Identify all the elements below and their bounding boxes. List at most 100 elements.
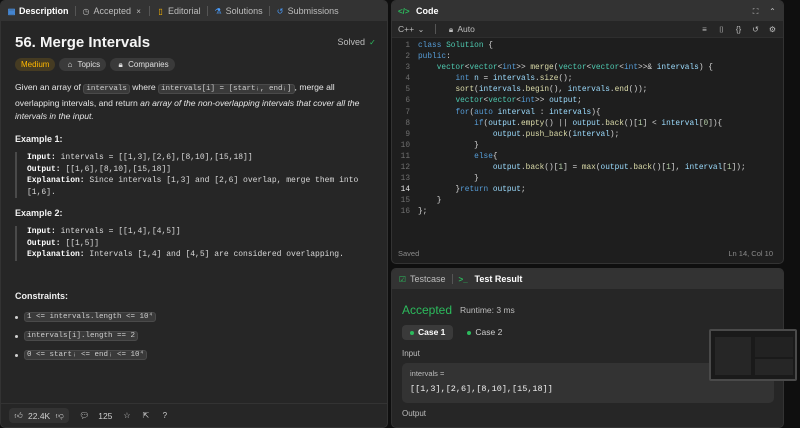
language-select[interactable]: C++ ⌄ bbox=[398, 24, 425, 34]
chevron-down-icon: ⌄ bbox=[417, 25, 425, 34]
close-icon[interactable]: × bbox=[134, 7, 143, 16]
line-number: 6 bbox=[405, 97, 410, 106]
code-editor[interactable]: 1 class Solution {2 public: 3 vector<vector… bbox=[392, 41, 783, 219]
auto-mode[interactable]: 🔒︎ Auto bbox=[446, 24, 475, 34]
pass-dot bbox=[467, 330, 472, 335]
code-line: 14 }return output; bbox=[392, 185, 783, 196]
difficulty-badge: Medium bbox=[15, 58, 56, 71]
tag-icon: ⌂ bbox=[67, 60, 73, 69]
line-number: 13 bbox=[400, 175, 410, 184]
line-number: 14 bbox=[400, 186, 410, 195]
inline-code: intervals[i] = [startᵢ, endᵢ] bbox=[158, 84, 295, 94]
bullet bbox=[15, 353, 18, 357]
problem-description: Given an array of intervals where interv… bbox=[15, 82, 360, 121]
format-icon[interactable]: ≡ bbox=[700, 25, 709, 34]
thumbs-down-icon[interactable]: 👎︎ bbox=[55, 411, 64, 420]
companies-button[interactable]: 🔒︎ Companies bbox=[110, 58, 175, 71]
description-icon: ▤ bbox=[7, 6, 16, 16]
code-panel: </> Code ⛶ ⌃ C++ ⌄ 🔒︎ Auto ≡ ⌷ {} ↺ ⚙ 1c… bbox=[391, 0, 784, 264]
book-icon: ▯ bbox=[158, 6, 163, 16]
line-number: 2 bbox=[405, 53, 410, 62]
constraint-item: 1 <= intervals.length <= 10⁴ bbox=[15, 312, 157, 322]
line-text: output.back()[1] = max(output.back()[1],… bbox=[492, 164, 746, 173]
save-status: Saved bbox=[398, 249, 420, 258]
code-line: 11 else{ bbox=[392, 152, 783, 163]
line-text: vector<vector<int>> merge(vector<vector<… bbox=[436, 64, 713, 73]
line-number: 11 bbox=[400, 152, 410, 161]
thumbs-up-icon[interactable]: 👍︎ bbox=[14, 411, 23, 420]
line-text: else{ bbox=[474, 152, 498, 161]
bookmark-icon[interactable]: ⌷ bbox=[717, 25, 726, 34]
line-text: }; bbox=[418, 208, 428, 217]
pass-dot bbox=[410, 330, 414, 335]
screen-preview-thumbnail[interactable] bbox=[709, 329, 797, 381]
tab-editorial[interactable]: ▯ Editorial bbox=[156, 6, 200, 16]
constraint-item: 0 <= startᵢ <= endᵢ <= 10⁴ bbox=[15, 350, 148, 360]
collapse-icon[interactable]: ⌃ bbox=[768, 7, 777, 16]
line-number: 9 bbox=[405, 130, 410, 139]
tab-code[interactable]: </> Code bbox=[398, 6, 439, 16]
comment-icon[interactable]: 💬︎ bbox=[79, 411, 89, 420]
bullet bbox=[15, 315, 18, 319]
braces-icon[interactable]: {} bbox=[734, 25, 743, 34]
tab-submissions[interactable]: ↺ Submissions bbox=[276, 6, 339, 16]
maximize-icon[interactable]: ⛶ bbox=[751, 7, 760, 16]
tag-chips: Medium ⌂ Topics 🔒︎ Companies bbox=[15, 58, 175, 71]
case-1-tab[interactable]: Case 1 bbox=[402, 325, 454, 340]
thumbnail-left-panel bbox=[715, 337, 751, 375]
reset-icon[interactable]: ↺ bbox=[751, 25, 760, 34]
result-status: Accepted bbox=[402, 303, 453, 317]
line-number: 5 bbox=[405, 86, 410, 95]
code-line: 13 } bbox=[392, 174, 783, 185]
settings-icon[interactable]: ⚙ bbox=[768, 25, 777, 34]
star-icon[interactable]: ☆ bbox=[122, 411, 131, 420]
check-circle-icon: ✓ bbox=[369, 37, 376, 47]
input-variable-value: [[1,3],[2,6],[8,10],[15,18]] bbox=[410, 384, 553, 394]
help-icon[interactable]: ? bbox=[160, 411, 169, 420]
tab-separator bbox=[74, 6, 76, 16]
line-number: 1 bbox=[405, 42, 410, 50]
code-line: 4 int n = intervals.size(); bbox=[392, 74, 783, 85]
line-number: 12 bbox=[400, 164, 410, 173]
code-line: 6 vector<vector<int>> output; bbox=[392, 96, 783, 107]
code-line: 10 } bbox=[392, 141, 783, 152]
line-text: } bbox=[418, 175, 479, 184]
line-number: 4 bbox=[405, 75, 410, 84]
tab-separator bbox=[268, 6, 270, 16]
like-dislike-group: 👍︎ 22.4K 👎︎ bbox=[9, 408, 70, 423]
constraints-heading: Constraints: bbox=[15, 291, 69, 301]
left-tabbar: ▤ Description ◷ Accepted × ▯ Editorial ⚗… bbox=[1, 1, 387, 21]
topics-button[interactable]: ⌂ Topics bbox=[59, 58, 107, 71]
line-number: 3 bbox=[405, 64, 410, 73]
line-text: } bbox=[418, 197, 442, 206]
code-line: 12 output.back()[1] = max(output.back()[… bbox=[392, 163, 783, 174]
line-text: for(auto interval : intervals){ bbox=[455, 108, 601, 117]
lock-icon: 🔒︎ bbox=[118, 60, 123, 69]
line-text: output.push_back(interval); bbox=[492, 130, 620, 139]
line-number: 8 bbox=[405, 119, 410, 128]
code-icon: </> bbox=[398, 6, 410, 16]
checkbox-icon: ☑ bbox=[398, 274, 407, 284]
case-tabs: Case 1 Case 2 bbox=[402, 325, 510, 340]
line-text: public: bbox=[418, 53, 451, 62]
code-line: 9 output.push_back(interval); bbox=[392, 130, 783, 141]
terminal-icon: >_ bbox=[458, 274, 468, 284]
lock-icon: 🔒︎ bbox=[448, 25, 454, 34]
tab-testcase[interactable]: ☑ Testcase bbox=[398, 274, 446, 284]
line-number: 15 bbox=[400, 197, 410, 206]
line-text: vector<vector<int>> output; bbox=[455, 97, 582, 106]
tab-test-result[interactable]: >_ Test Result bbox=[459, 274, 523, 284]
code-line: 3 vector<vector<int>> merge(vector<vecto… bbox=[392, 63, 783, 74]
code-line: 7 for(auto interval : intervals){ bbox=[392, 108, 783, 119]
tab-accepted[interactable]: ◷ Accepted × bbox=[82, 6, 144, 16]
share-icon[interactable]: ⇱ bbox=[141, 411, 150, 420]
tab-solutions[interactable]: ⚗ Solutions bbox=[214, 6, 262, 16]
tab-description[interactable]: ▤ Description bbox=[7, 6, 69, 16]
separator bbox=[435, 24, 437, 34]
line-number: 16 bbox=[400, 208, 410, 217]
output-label: Output bbox=[402, 409, 427, 418]
case-2-tab[interactable]: Case 2 bbox=[459, 325, 510, 340]
tab-separator bbox=[451, 274, 453, 284]
input-label: Input bbox=[402, 349, 420, 358]
problem-title: 56. Merge Intervals bbox=[15, 34, 151, 51]
